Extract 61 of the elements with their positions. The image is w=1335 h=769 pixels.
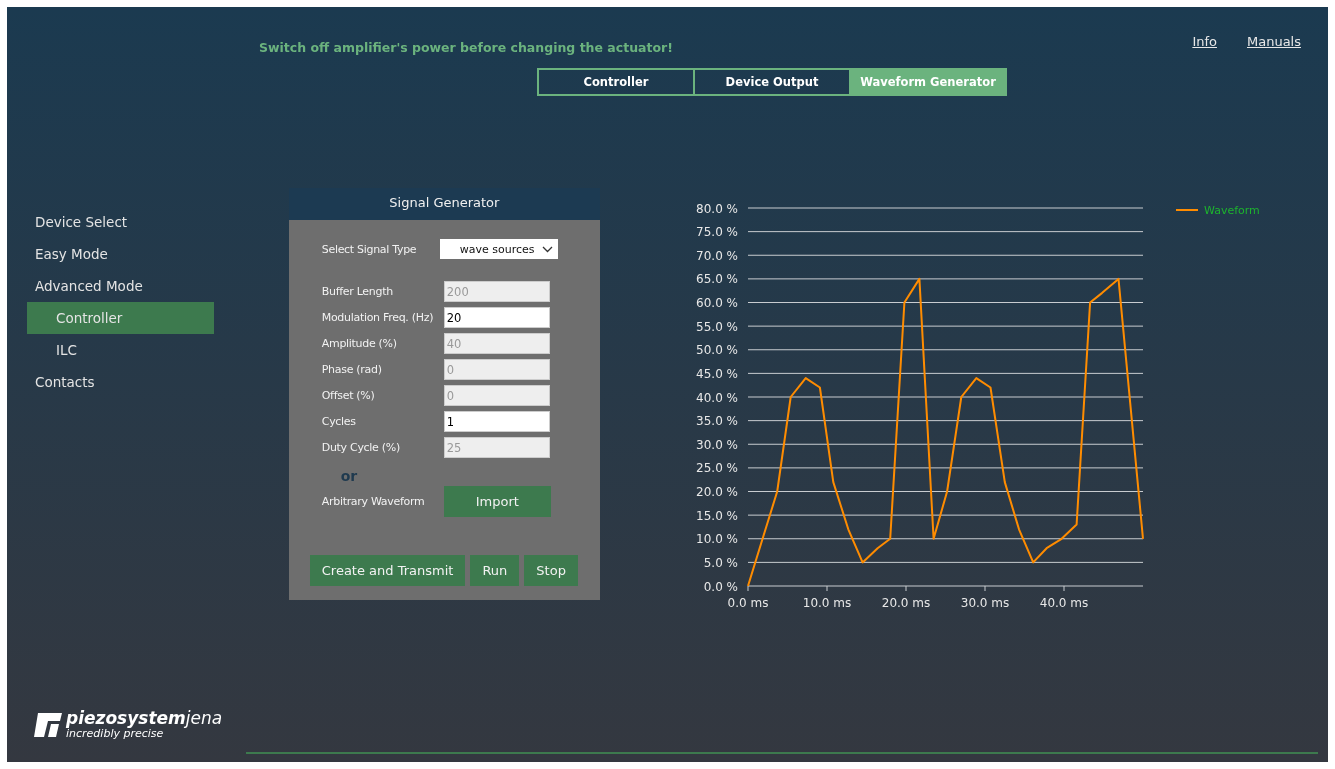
x-tick-label: 20.0 ms	[881, 596, 931, 610]
sidebar-item[interactable]: Contacts	[27, 366, 214, 398]
field-label: Buffer Length	[321, 285, 394, 298]
field-label: Cycles	[321, 415, 357, 428]
tick-mark	[747, 585, 749, 592]
field-label: Offset (%)	[321, 389, 376, 402]
logo-tagline: incredibly precise	[66, 727, 164, 740]
y-tick-label: 80.0 %	[696, 201, 738, 216]
tick-mark	[1063, 585, 1065, 592]
sidebar-item[interactable]: Controller	[27, 302, 214, 334]
sidebar-item[interactable]: Advanced Mode	[27, 270, 214, 302]
input-field[interactable]: 20	[443, 307, 550, 328]
action-button[interactable]: Run	[470, 555, 520, 586]
link[interactable]: Manuals	[1247, 34, 1301, 188]
y-tick-label: 40.0 %	[696, 390, 738, 405]
tick-mark	[905, 585, 907, 592]
y-tick-label: 60.0 %	[696, 296, 738, 310]
field-label: Phase (rad)	[321, 363, 383, 376]
warning-text: Switch off amplifier's power before changing the actuator!	[259, 40, 674, 55]
input-field[interactable]: 1	[443, 411, 550, 432]
logo-icon	[34, 712, 62, 737]
x-tick-label: 40.0 ms	[1039, 596, 1089, 610]
signal-type-dropdown[interactable]: wave sources	[439, 239, 558, 259]
field-label: Arbitrary Waveform	[321, 495, 426, 508]
x-tick-label: 30.0 ms	[960, 596, 1010, 610]
y-tick-label: 55.0 %	[696, 319, 738, 334]
tab[interactable]: Device Output	[693, 68, 851, 96]
or-text: or	[340, 468, 359, 484]
tick-mark	[826, 585, 828, 592]
y-tick-label: 50.0 %	[696, 343, 738, 358]
logo-wordmark: piezosystemjena	[66, 709, 223, 727]
link[interactable]: Info	[1192, 34, 1217, 188]
y-tick-label: 0.0 %	[703, 579, 738, 594]
y-tick-label: 15.0 %	[696, 508, 738, 523]
tab[interactable]: Controller	[537, 68, 695, 96]
legend-label: Waveform	[1204, 204, 1260, 217]
y-tick-label: 10.0 %	[696, 532, 738, 547]
sidebar-item[interactable]: Easy Mode	[27, 238, 214, 270]
y-tick-label: 65.0 %	[696, 272, 738, 287]
field-label: Select Signal Type	[321, 242, 418, 256]
field-label: Amplitude (%)	[321, 337, 398, 350]
y-tick-label: 75.0 %	[696, 225, 738, 240]
y-tick-label: 20.0 %	[696, 485, 738, 499]
panel-title: Signal Generator	[288, 188, 600, 220]
field-label: Duty Cycle (%)	[321, 441, 401, 454]
sidebar-item[interactable]: Device Select	[27, 206, 214, 238]
y-tick-label: 70.0 %	[696, 248, 738, 263]
action-button[interactable]: Create and Transmit	[309, 555, 466, 586]
y-tick-label: 30.0 %	[696, 437, 738, 452]
x-tick-label: 10.0 ms	[802, 596, 852, 610]
y-tick-label: 25.0 %	[696, 461, 738, 476]
y-tick-label: 5.0 %	[703, 555, 738, 570]
action-button[interactable]: Stop	[524, 555, 578, 586]
caret-icon	[541, 245, 553, 253]
y-tick-label: 45.0 %	[696, 366, 738, 381]
x-tick-label: 0.0 ms	[727, 596, 769, 610]
y-tick-label: 35.0 %	[696, 414, 738, 429]
field-label: Modulation Freq. (Hz)	[321, 311, 435, 324]
tick-mark	[984, 585, 986, 592]
sidebar-item[interactable]: ILC	[27, 334, 214, 366]
import-button[interactable]: Import	[443, 486, 551, 517]
